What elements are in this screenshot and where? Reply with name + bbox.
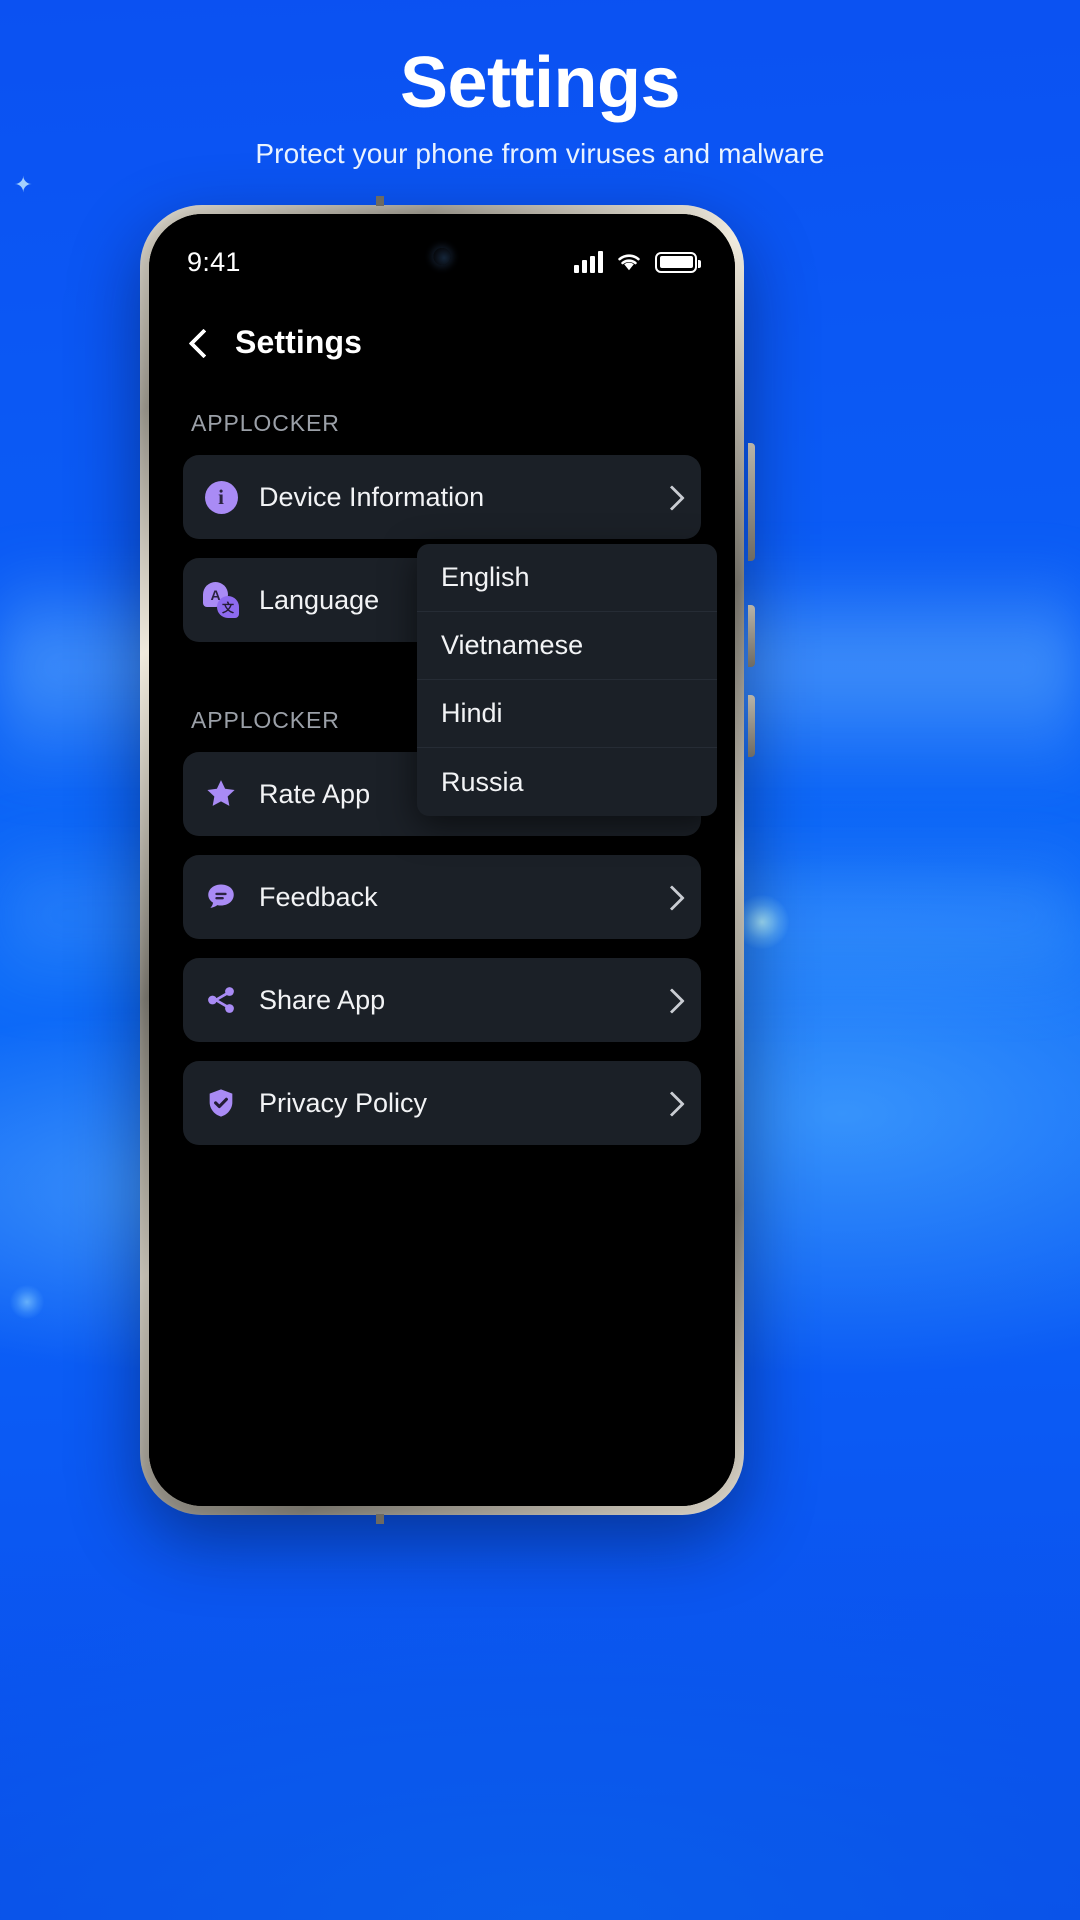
settings-row-label: Device Information [259,481,485,512]
chevron-right-icon [663,489,679,505]
info-circle-icon: i [203,479,239,515]
dropdown-option-hindi[interactable]: Hindi [417,680,717,748]
chevron-right-icon [663,992,679,1008]
settings-row-privacy-policy[interactable]: Privacy Policy [183,1061,701,1145]
battery-full-icon [655,251,701,273]
settings-row-label: Language [259,584,380,615]
wifi-icon [618,254,640,271]
language-translate-icon: A文 [203,582,239,618]
settings-row-label: Privacy Policy [259,1087,428,1118]
page-subtitle: Protect your phone from viruses and malw… [255,138,825,169]
dropdown-option-vietnamese[interactable]: Vietnamese [417,612,717,680]
share-nodes-icon [203,982,239,1018]
sparkle-icon: ✦ [14,172,33,197]
shield-check-icon [203,1085,239,1121]
antenna-line-top [376,196,384,206]
nav-title: Settings [235,323,363,360]
background-glow-dot-left [10,1285,44,1319]
settings-row-device-information[interactable]: i Device Information [183,455,701,539]
dropdown-option-english[interactable]: English [417,544,717,612]
settings-row-label: Share App [259,984,386,1015]
status-time: 9:41 [187,246,241,277]
settings-row-feedback[interactable]: Feedback [183,855,701,939]
back-chevron-icon[interactable] [187,331,209,353]
page-title: Settings [399,43,681,123]
signal-bars-icon [574,251,603,273]
star-icon [203,776,239,812]
app-screen: 9:41 Settings APPLOCKER i Device Informa… [149,214,735,1506]
chevron-right-icon [663,889,679,905]
chat-bubble-icon [203,879,239,915]
dropdown-option-russia[interactable]: Russia [417,748,717,816]
antenna-line-bottom [376,1514,384,1524]
phone-extra-button [748,695,755,757]
settings-row-label: Feedback [259,881,378,912]
settings-row-share-app[interactable]: Share App [183,958,701,1042]
phone-screen-bezel: 9:41 Settings APPLOCKER i Device Informa… [149,214,735,1506]
phone-mockup-frame: 9:41 Settings APPLOCKER i Device Informa… [140,196,755,1524]
navigation-bar: Settings [149,306,735,378]
phone-power-button [748,605,755,667]
language-dropdown-menu[interactable]: English Vietnamese Hindi Russia [417,544,717,816]
settings-row-label: Rate App [259,778,371,809]
section-header-applocker-1: APPLOCKER [191,410,340,436]
chevron-right-icon [663,1095,679,1111]
status-bar: 9:41 [149,242,735,282]
status-icons [574,251,701,273]
phone-volume-button [748,443,755,561]
